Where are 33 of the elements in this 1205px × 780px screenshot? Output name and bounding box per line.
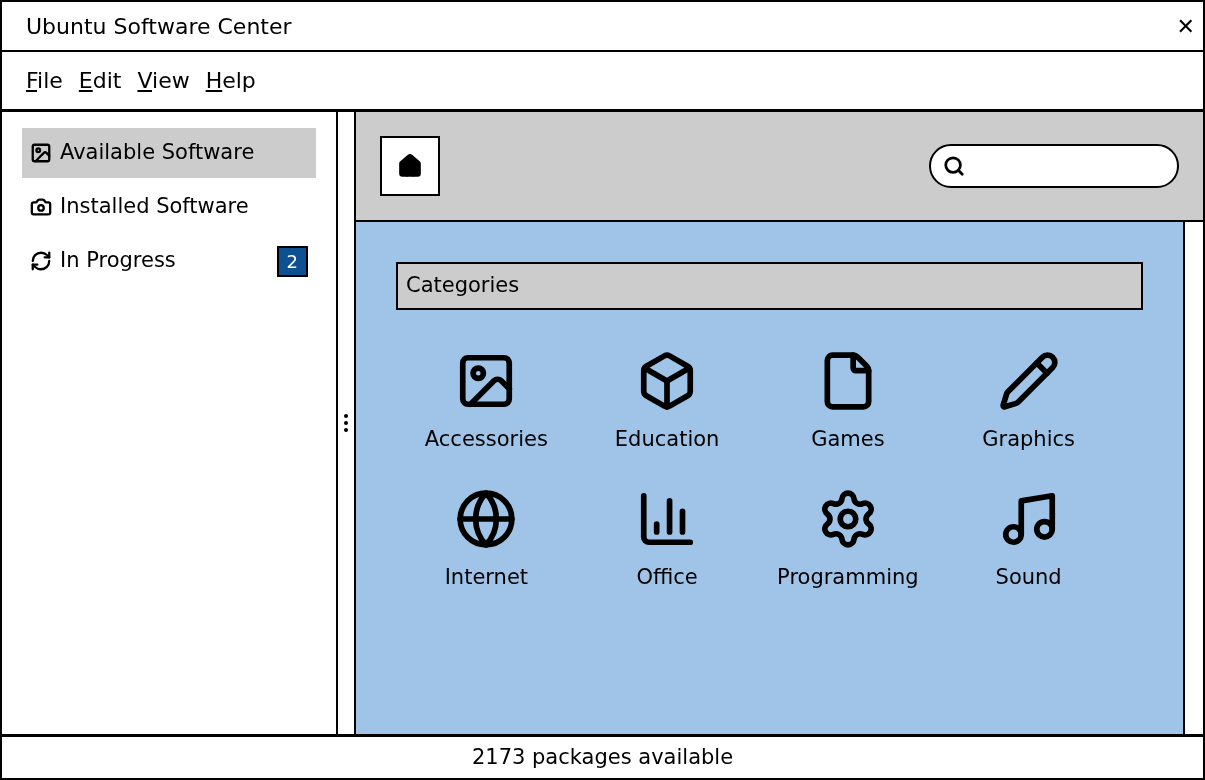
sidebar-label: Installed Software [60,193,249,221]
globe-icon[interactable] [455,487,518,550]
category-label[interactable]: Accessories [424,424,548,456]
category-label[interactable]: Graphics [982,424,1075,456]
sidebar-item[interactable]: In Progress 2 [22,236,316,286]
sidebar-label: In Progress [60,247,176,275]
home-button[interactable] [380,136,440,196]
category-label[interactable]: Programming [777,561,919,593]
category-label[interactable]: Education [614,424,720,456]
menu-item[interactable]: View [137,64,190,97]
image-icon [30,142,52,164]
categories-header: Categories [396,262,1143,310]
close-button[interactable]: ✕ [1176,9,1195,43]
splitter-handle[interactable] [344,414,348,432]
search-field[interactable] [929,144,1179,188]
category-label[interactable]: Sound [995,561,1062,593]
home-icon [397,153,423,179]
category-label[interactable]: Office [636,561,698,593]
menu-item[interactable]: Edit [78,64,122,97]
category-label[interactable]: Games [811,424,885,456]
pencil-icon[interactable] [997,350,1060,412]
search-icon [943,155,965,177]
sidebar-item[interactable]: Installed Software [22,182,316,232]
camera-icon [30,196,52,218]
sidebar-item[interactable]: Available Software [22,128,316,178]
count-badge: 2 [276,245,308,277]
menu-item[interactable]: Help [205,64,256,97]
menu-item[interactable]: File [26,64,63,97]
window-title: Ubuntu Software Center [26,12,292,41]
refresh-icon [30,250,52,272]
sidebar-label: Available Software [60,139,255,167]
category-label[interactable]: Internet [444,561,529,593]
status-text: 2173 packages available [471,743,734,771]
